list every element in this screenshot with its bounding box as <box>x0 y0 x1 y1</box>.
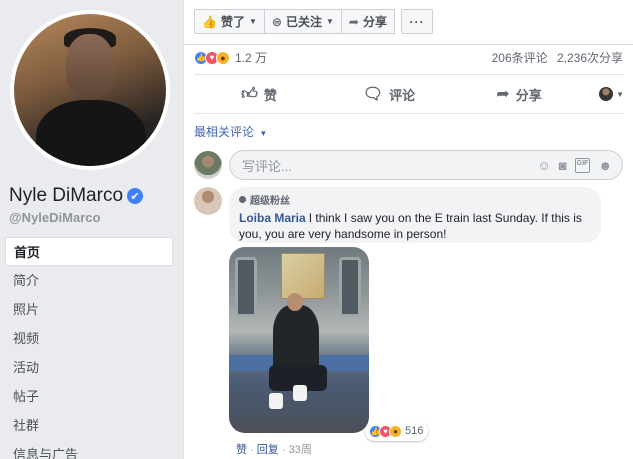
nav-item-info-ads[interactable]: 信息与广告 <box>5 440 173 459</box>
share-arrow-icon: ➦ <box>496 86 510 103</box>
camera-icon[interactable]: ◙ <box>559 158 567 173</box>
thumbs-up-icon: 👍 <box>202 14 217 29</box>
nav-item-events[interactable]: 活动 <box>5 353 173 382</box>
chevron-down-icon: ▼ <box>259 129 268 138</box>
comment-photo[interactable] <box>229 247 369 433</box>
following-label: 已关注 <box>285 15 322 29</box>
nav-item-posts[interactable]: 帖子 <box>5 382 173 411</box>
top-fan-label: 超级粉丝 <box>250 196 290 207</box>
comments-count-link[interactable]: 206条评论 <box>492 51 548 65</box>
following-button[interactable]: ⊜ 已关注 ▼ <box>264 9 342 34</box>
liked-button[interactable]: 👍 赞了 ▼ <box>194 9 265 34</box>
nav-item-photos[interactable]: 照片 <box>5 295 173 324</box>
sticker-icon[interactable]: ☻ <box>598 158 612 173</box>
post-stats: 206条评论 2,236次分享 <box>492 49 623 66</box>
profile-avatar[interactable] <box>10 10 170 170</box>
divider <box>194 113 624 114</box>
like-button[interactable]: 👍︎ 赞 <box>194 85 324 104</box>
profile-name[interactable]: Nyle DiMarco ✔ <box>9 185 144 207</box>
avatar <box>599 87 614 101</box>
comment-text-block: Loiba Maria I think I saw you on the E tr… <box>239 210 591 242</box>
comment-input[interactable]: 写评论... ☺ ◙ GIF ☻ <box>229 150 623 180</box>
verified-badge-icon: ✔ <box>127 188 144 204</box>
reaction-count: 1.2 万 <box>235 51 268 65</box>
thumbs-up-icon: 👍︎ <box>241 85 258 103</box>
emoji-icon[interactable]: ☺ <box>538 158 551 173</box>
comment-reactions[interactable]: 👍 ♥ ● 516 <box>365 421 429 441</box>
avatar[interactable] <box>194 187 222 215</box>
comment-label: 评论 <box>389 87 416 103</box>
page-toolbar: 👍 赞了 ▼ ⊜ 已关注 ▼ ➦ 分享 ··· <box>194 9 433 34</box>
profile-sidebar: Nyle DiMarco ✔ @NyleDiMarco 首页 简介 照片 视频 … <box>0 0 183 459</box>
profile-photo <box>14 14 166 166</box>
more-options-button[interactable]: ··· <box>400 9 433 34</box>
share-page-button[interactable]: ➦ 分享 <box>341 9 395 34</box>
comment-sort-dropdown[interactable]: 最相关评论 ▼ <box>194 123 267 140</box>
wow-reaction-icon: ● <box>216 50 230 65</box>
divider <box>184 44 633 45</box>
avatar[interactable] <box>194 151 222 179</box>
haha-reaction-icon: ● <box>389 424 402 438</box>
nav-item-home[interactable]: 首页 <box>5 237 173 266</box>
comment-button[interactable]: 🗨︎ 评论 <box>324 84 454 104</box>
chevron-down-icon: ▼ <box>616 89 624 99</box>
top-fan-badge: 超级粉丝 <box>239 192 591 207</box>
like-label: 赞 <box>263 87 277 103</box>
profile-nav: 首页 简介 照片 视频 活动 帖子 社群 信息与广告 <box>5 237 173 459</box>
profile-name-text[interactable]: Nyle DiMarco <box>9 185 123 207</box>
post-actions: 👍︎ 赞 🗨︎ 评论 ➦ 分享 ▼ <box>194 78 624 110</box>
share-label: 分享 <box>515 87 542 103</box>
share-button[interactable]: ➦ 分享 <box>454 84 584 104</box>
shares-count-link[interactable]: 2,236次分享 <box>557 51 623 65</box>
nav-item-videos[interactable]: 视频 <box>5 324 173 353</box>
comment-time[interactable]: 33周 <box>289 444 312 456</box>
post-column: 👍 赞了 ▼ ⊜ 已关注 ▼ ➦ 分享 ··· 👍 ♥ ● 1.2 万 206条… <box>183 0 633 459</box>
nav-item-about[interactable]: 简介 <box>5 266 173 295</box>
share-page-label: 分享 <box>362 15 387 29</box>
liked-label: 赞了 <box>220 15 245 29</box>
comment-reply-link[interactable]: 回复 <box>257 444 279 456</box>
rss-icon: ⊜ <box>271 14 282 29</box>
divider <box>194 74 624 75</box>
share-arrow-icon: ➦ <box>348 14 359 29</box>
comment-meta: 赞 · 回复 · 33周 <box>236 444 312 456</box>
comment-author-link[interactable]: Loiba Maria <box>239 211 306 225</box>
comment-bubble: 超级粉丝 Loiba Maria I think I saw you on the… <box>229 187 601 243</box>
chevron-down-icon: ▼ <box>248 17 257 26</box>
comment-input-placeholder[interactable]: 写评论... <box>242 156 538 175</box>
comment-sort-label: 最相关评论 <box>194 125 255 139</box>
post-reactions[interactable]: 👍 ♥ ● 1.2 万 <box>194 49 267 66</box>
profile-handle[interactable]: @NyleDiMarco <box>9 210 100 225</box>
gif-icon[interactable]: GIF <box>574 157 591 173</box>
chevron-down-icon: ▼ <box>325 17 334 26</box>
badge-icon <box>239 196 246 203</box>
comment-bubble-icon: 🗨︎ <box>362 86 384 103</box>
nav-item-community[interactable]: 社群 <box>5 411 173 440</box>
comment-tools: ☺ ◙ GIF ☻ <box>538 157 623 173</box>
comment-like-link[interactable]: 赞 <box>236 444 247 456</box>
identity-selector[interactable]: ▼ <box>584 87 624 101</box>
comment-reaction-count: 516 <box>405 425 424 437</box>
